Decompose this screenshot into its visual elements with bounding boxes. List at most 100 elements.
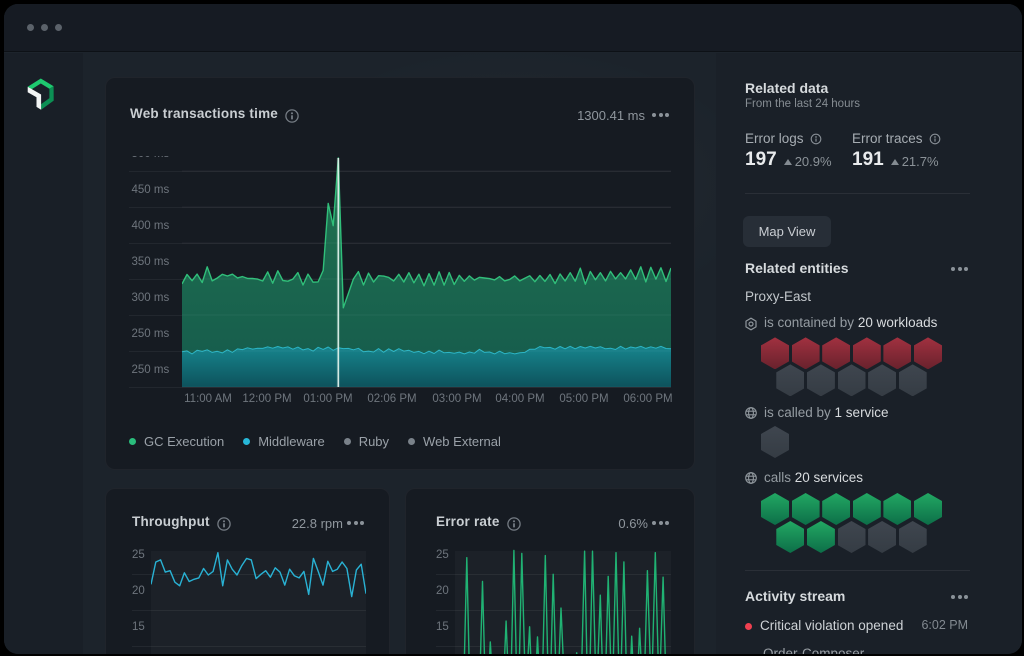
divider	[745, 570, 970, 571]
web-transactions-panel: Web transactions time 1300.41 ms 500 ms4…	[105, 77, 695, 470]
info-icon[interactable]	[810, 133, 822, 145]
menu-dot	[665, 113, 669, 117]
entity-hexagon-red[interactable]	[914, 337, 942, 369]
window-control-dot-1[interactable]	[27, 24, 34, 31]
chart-legend: GC Execution Middleware Ruby Web External	[129, 433, 501, 449]
section-menu-dots[interactable]	[951, 595, 968, 600]
error-rate-line	[455, 547, 671, 654]
y-axis-label: 350 ms	[132, 256, 170, 268]
legend-dot	[129, 438, 136, 445]
panel-value: 1300.41 ms	[577, 108, 645, 123]
x-axis-label: 12:00 PM	[242, 393, 291, 405]
entity-hexagon-gray[interactable]	[838, 521, 866, 553]
map-view-button[interactable]: Map View	[743, 216, 831, 247]
entity-name[interactable]: Proxy-East	[745, 289, 811, 304]
critical-severity-dot	[745, 623, 752, 630]
legend-label: Middleware	[258, 434, 324, 449]
entity-hexagon-green[interactable]	[776, 521, 804, 553]
entity-hexagon-green[interactable]	[761, 493, 789, 525]
entity-hexagon-red[interactable]	[853, 337, 881, 369]
web-transactions-chart[interactable]: 500 ms450 ms400 ms350 ms300 ms250 ms250 …	[129, 156, 672, 388]
entity-hexagon-red[interactable]	[792, 337, 820, 369]
workload-icon	[744, 317, 758, 331]
panel-menu-dots[interactable]	[652, 113, 669, 118]
delta-up-icon	[891, 159, 899, 165]
entity-hexagon-gray[interactable]	[807, 364, 835, 396]
entity-hexagon-green[interactable]	[883, 493, 911, 525]
menu-dot	[958, 267, 962, 271]
menu-dot	[659, 113, 663, 117]
entity-hexagon-green[interactable]	[792, 493, 820, 525]
entity-hexagon-gray[interactable]	[899, 521, 927, 553]
relation-highlight: 1 service	[835, 405, 889, 420]
activity-item-time: 6:02 PM	[921, 618, 968, 632]
info-icon[interactable]	[929, 133, 941, 145]
legend-item[interactable]: Middleware	[243, 434, 324, 449]
x-axis-label: 05:00 PM	[559, 393, 608, 405]
divider	[745, 193, 970, 194]
legend-label: Ruby	[359, 434, 389, 449]
web-transactions-area-chart	[182, 156, 671, 388]
entity-hexagon-red[interactable]	[883, 337, 911, 369]
related-data-title: Related data	[745, 80, 828, 96]
globe-icon	[744, 471, 758, 485]
y-axis-label: 400 ms	[132, 220, 170, 232]
throughput-chart[interactable]: 252015	[106, 489, 391, 654]
window-control-dot-3[interactable]	[55, 24, 62, 31]
relation-highlight: 20 services	[795, 470, 863, 485]
entity-hexagon-gray[interactable]	[838, 364, 866, 396]
window-titlebar	[4, 4, 1022, 52]
entity-hexagon-green[interactable]	[914, 493, 942, 525]
legend-item[interactable]: Web External	[408, 434, 501, 449]
legend-label: Web External	[423, 434, 501, 449]
relation-text: calls 20 services	[764, 470, 863, 485]
sidebar	[4, 53, 83, 654]
relation-text: is called by 1 service	[764, 405, 889, 420]
activity-item-entity[interactable]: Order-Composer	[763, 646, 864, 654]
entity-hexagon-gray[interactable]	[899, 364, 927, 396]
entity-hexagon-red[interactable]	[761, 337, 789, 369]
info-icon[interactable]	[285, 109, 299, 123]
x-axis-label: 06:00 PM	[623, 393, 672, 405]
delta-up-icon	[784, 159, 792, 165]
menu-dot	[964, 595, 968, 599]
section-menu-dots[interactable]	[951, 267, 968, 272]
metric-value: 191	[852, 149, 884, 171]
legend-dot	[408, 438, 415, 445]
new-relic-logo-icon[interactable]	[27, 78, 55, 111]
y-axis-label: 450 ms	[132, 184, 170, 196]
entity-hexagon-gray[interactable]	[761, 426, 789, 458]
relation-text: is contained by 20 workloads	[764, 315, 937, 330]
x-axis-label: 01:00 PM	[303, 393, 352, 405]
entity-hexagon-green[interactable]	[807, 521, 835, 553]
y-axis-label: 25	[132, 549, 145, 561]
y-axis-label: 15	[132, 621, 145, 633]
menu-dot	[951, 267, 955, 271]
metric-delta: 21.7%	[902, 154, 939, 169]
entity-hexagon-green[interactable]	[853, 493, 881, 525]
legend-dot	[243, 438, 250, 445]
entity-hexagon-gray[interactable]	[868, 521, 896, 553]
x-axis-label: 03:00 PM	[432, 393, 481, 405]
panel-title: Web transactions time	[130, 106, 278, 121]
metric-label: Error traces	[852, 131, 923, 146]
window-control-dot-2[interactable]	[41, 24, 48, 31]
y-axis-label: 250 ms	[132, 364, 170, 376]
metric-delta: 20.9%	[795, 154, 832, 169]
legend-label: GC Execution	[144, 434, 224, 449]
x-axis-labels: 11:00 AM12:00 PM01:00 PM02:06 PM03:00 PM…	[106, 393, 696, 409]
menu-dot	[958, 595, 962, 599]
entity-hexagon-gray[interactable]	[776, 364, 804, 396]
error-rate-chart[interactable]: 252015	[406, 489, 696, 654]
globe-icon	[744, 406, 758, 420]
x-axis-label: 11:00 AM	[184, 393, 232, 405]
legend-item[interactable]: GC Execution	[129, 434, 224, 449]
related-data-column: Related dataFrom the last 24 hoursError …	[716, 52, 1020, 654]
entity-hexagon-gray[interactable]	[868, 364, 896, 396]
metric-label: Error logs	[745, 131, 804, 146]
activity-item-text[interactable]: Critical violation opened	[760, 618, 903, 633]
entity-hexagon-green[interactable]	[822, 493, 850, 525]
y-axis-label: 20	[436, 585, 449, 597]
entity-hexagon-red[interactable]	[822, 337, 850, 369]
legend-item[interactable]: Ruby	[344, 434, 389, 449]
